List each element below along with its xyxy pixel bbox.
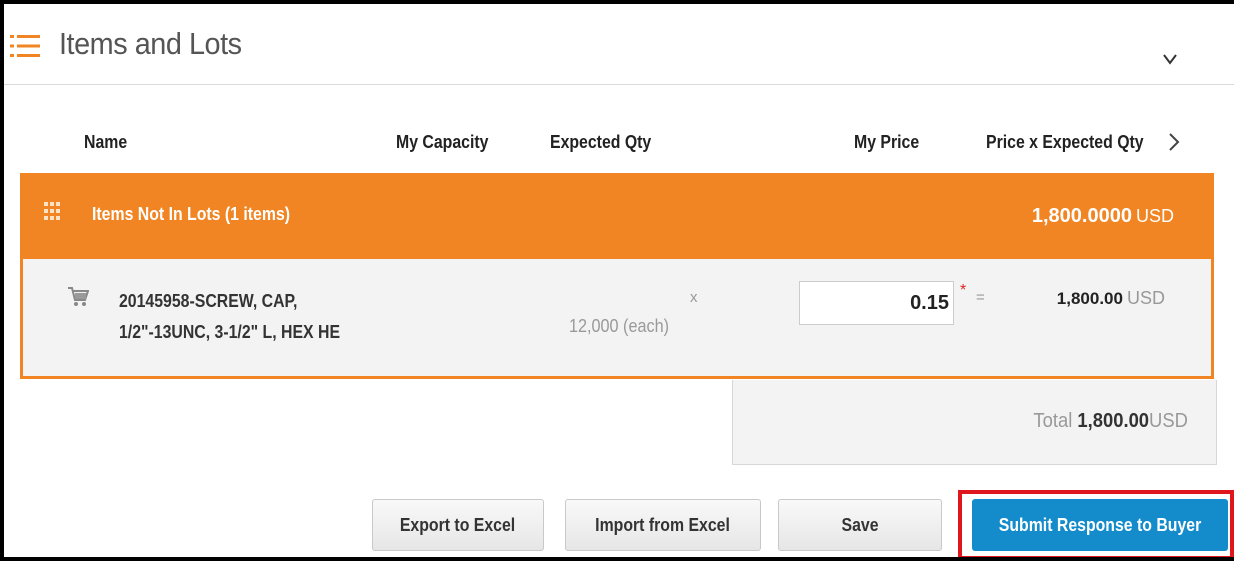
total-text: Total 1,800.00USD (1034, 410, 1188, 433)
total-amount: 1,800.00 (1077, 410, 1150, 432)
multiply-sign: x (690, 289, 698, 306)
section-header: Items and Lots (4, 4, 1234, 85)
item-expected-qty: 12,000 (each) (569, 316, 669, 336)
section-title: Items and Lots (59, 26, 242, 61)
required-marker: * (960, 282, 967, 299)
chevron-down-icon[interactable] (1162, 52, 1178, 66)
import-from-excel-button[interactable]: Import from Excel (565, 499, 761, 551)
import-button-label: Import from Excel (595, 514, 731, 535)
line-total-currency: USD (1126, 288, 1165, 308)
line-total: 1,800.00 USD (1057, 288, 1165, 309)
table-row: 20145958-SCREW, CAP, 1/2"-13UNC, 3-1/2" … (20, 259, 1214, 379)
group-row-items-not-in-lots[interactable]: Items Not In Lots (1 items) 1,800.0000 US… (20, 173, 1214, 259)
group-total: 1,800.0000 USD (1032, 205, 1174, 228)
column-header-my-price[interactable]: My Price (854, 132, 919, 153)
column-header-price-x-qty[interactable]: Price x Expected Qty (986, 132, 1144, 153)
submit-highlight: Submit Response to Buyer (958, 490, 1234, 557)
column-header-expected-qty[interactable]: Expected Qty (550, 132, 651, 153)
submit-response-button[interactable]: Submit Response to Buyer (972, 499, 1228, 551)
chevron-right-icon[interactable] (1168, 131, 1180, 153)
column-header-name[interactable]: Name (84, 132, 127, 153)
total-summary: Total 1,800.00USD (732, 380, 1217, 465)
column-header-capacity[interactable]: My Capacity (396, 132, 488, 153)
save-button-label: Save (841, 514, 879, 535)
items-and-lots-panel: Items and Lots Name My Capacity Expected… (4, 4, 1234, 557)
equals-sign: = (976, 289, 985, 306)
item-name[interactable]: 20145958-SCREW, CAP, 1/2"-13UNC, 3-1/2" … (119, 286, 340, 348)
price-input[interactable] (799, 281, 954, 325)
export-button-label: Export to Excel (400, 514, 516, 535)
submit-button-label: Submit Response to Buyer (998, 514, 1202, 535)
total-label: Total (1033, 410, 1073, 432)
group-label: Items Not In Lots (1 items) (92, 204, 291, 224)
total-currency: USD (1149, 410, 1188, 432)
list-icon (10, 35, 40, 57)
save-button[interactable]: Save (778, 499, 942, 551)
item-name-line2: 1/2"-13UNC, 3-1/2" L, HEX HE (119, 322, 341, 342)
group-total-currency: USD (1135, 206, 1174, 226)
item-name-line1: 20145958-SCREW, CAP, (119, 291, 298, 311)
grid-icon (44, 202, 60, 220)
group-total-amount: 1,800.0000 (1031, 205, 1132, 227)
line-total-amount: 1,800.00 (1056, 289, 1123, 308)
cart-icon (68, 287, 89, 306)
export-to-excel-button[interactable]: Export to Excel (372, 499, 544, 551)
